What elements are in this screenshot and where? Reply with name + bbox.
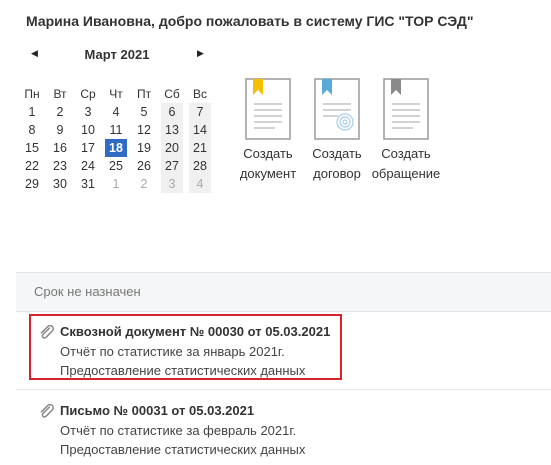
calendar-day-today[interactable]: 18 [105, 139, 127, 157]
calendar-day[interactable]: 6 [161, 103, 183, 121]
next-month-icon[interactable]: ▶ [197, 48, 204, 59]
paperclip-icon [40, 404, 54, 418]
create-appeal-label-line1: Создать [381, 146, 431, 161]
calendar-day[interactable]: 4 [102, 103, 130, 121]
create-contract-label-line1: Создать [312, 146, 362, 161]
weekday-label: Вт [53, 87, 67, 101]
list-item-subject: Отчёт по статистике за февраль 2021г. [60, 423, 297, 438]
create-appeal-button[interactable]: Создать обращение [371, 78, 441, 184]
calendar-day[interactable]: 9 [46, 121, 74, 139]
calendar-day[interactable]: 21 [189, 139, 211, 157]
calendar-day[interactable]: 24 [74, 157, 102, 175]
divider [16, 389, 551, 390]
calendar-day[interactable]: 10 [74, 121, 102, 139]
list-item-description: Предоставление статистических данных [60, 442, 306, 457]
list-item-title[interactable]: Письмо № 00031 от 05.03.2021 [60, 403, 254, 418]
create-contract-label-line2: договор [313, 166, 361, 181]
weekday-label: Чт [109, 87, 123, 101]
calendar-day[interactable]: 29 [18, 175, 46, 193]
calendar-day-next-month[interactable]: 4 [189, 175, 211, 193]
calendar-day-next-month[interactable]: 2 [130, 175, 158, 193]
weekday-label: Пн [24, 87, 40, 101]
calendar-day[interactable]: 13 [161, 121, 183, 139]
calendar-day[interactable]: 30 [46, 175, 74, 193]
weekday-label: Пт [136, 87, 152, 101]
calendar-month-label: Март 2021 [84, 47, 150, 62]
calendar-day[interactable]: 16 [46, 139, 74, 157]
create-document-button[interactable]: Создать документ [233, 78, 303, 184]
section-header: Срок не назначен [16, 272, 551, 312]
calendar-day-next-month[interactable]: 1 [102, 175, 130, 193]
calendar-day[interactable]: 23 [46, 157, 74, 175]
calendar-day[interactable]: 8 [18, 121, 46, 139]
calendar-day[interactable]: 5 [130, 103, 158, 121]
weekday-label: Сб [164, 87, 180, 101]
welcome-heading: Марина Ивановна, добро пожаловать в сист… [26, 13, 474, 29]
contract-icon [314, 78, 360, 140]
calendar-day[interactable]: 14 [189, 121, 211, 139]
calendar-day[interactable]: 27 [161, 157, 183, 175]
appeal-icon [383, 78, 429, 140]
calendar-day[interactable]: 22 [18, 157, 46, 175]
calendar-day[interactable]: 1 [18, 103, 46, 121]
calendar-day[interactable]: 15 [18, 139, 46, 157]
highlight-frame [29, 314, 342, 380]
weekday-label: Ср [80, 87, 96, 101]
calendar-day[interactable]: 2 [46, 103, 74, 121]
create-contract-button[interactable]: Создать договор [302, 78, 372, 184]
calendar-day[interactable]: 26 [130, 157, 158, 175]
calendar: ◀ Март 2021 ▶ Пн Вт Ср Чт Пт Сб Вс 1 2 3… [18, 46, 216, 193]
create-document-label-line2: документ [239, 166, 297, 181]
calendar-day[interactable]: 31 [74, 175, 102, 193]
calendar-day[interactable]: 28 [189, 157, 211, 175]
calendar-day[interactable]: 3 [74, 103, 102, 121]
calendar-day[interactable]: 7 [189, 103, 211, 121]
calendar-day[interactable]: 19 [130, 139, 158, 157]
calendar-header: ◀ Март 2021 ▶ [18, 46, 216, 66]
create-appeal-label-line2: обращение [371, 166, 441, 181]
calendar-day-next-month[interactable]: 3 [161, 175, 183, 193]
calendar-day[interactable]: 12 [130, 121, 158, 139]
calendar-day[interactable]: 20 [161, 139, 183, 157]
calendar-day[interactable]: 11 [102, 121, 130, 139]
section-header-label: Срок не назначен [34, 284, 141, 299]
weekday-label: Вс [192, 87, 207, 101]
create-document-label-line1: Создать [243, 146, 293, 161]
calendar-day[interactable]: 17 [74, 139, 102, 157]
calendar-day[interactable]: 25 [102, 157, 130, 175]
calendar-grid: Пн Вт Ср Чт Пт Сб Вс 1 2 3 4 5 6 7 8 9 1… [18, 85, 214, 193]
document-icon [245, 78, 291, 140]
